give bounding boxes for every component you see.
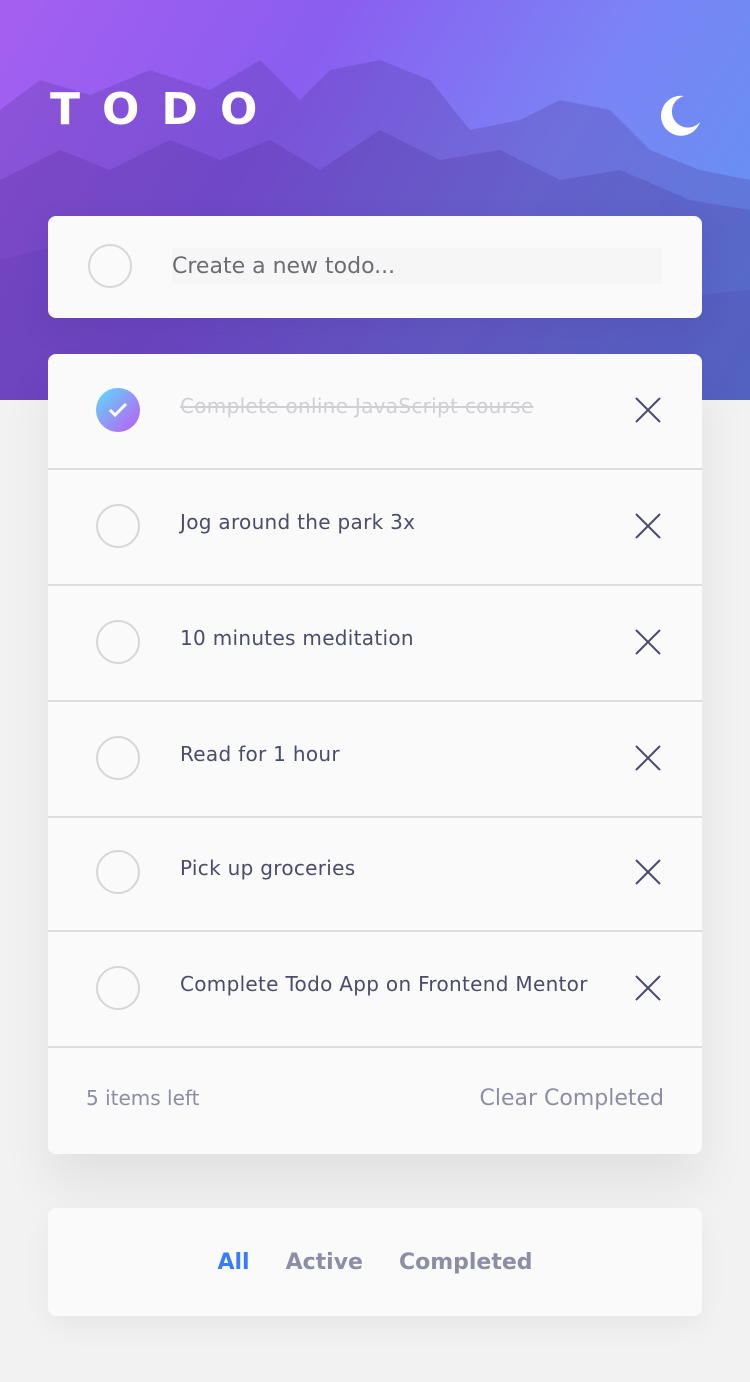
- close-icon[interactable]: [634, 744, 662, 772]
- app-title: TODO: [50, 84, 280, 135]
- close-icon[interactable]: [634, 628, 662, 656]
- todo-text: Complete online JavaScript course: [180, 394, 534, 418]
- todo-checkbox[interactable]: [96, 966, 140, 1010]
- todo-list-footer: 5 items left Clear Completed: [48, 1046, 702, 1154]
- items-left-count: 5 items left: [86, 1086, 200, 1110]
- todo-item: 10 minutes meditation: [48, 586, 702, 702]
- filter-active[interactable]: Active: [286, 1250, 363, 1275]
- todo-item: Complete online JavaScript course: [48, 354, 702, 470]
- mountain-image: [0, 60, 750, 400]
- todo-checkbox[interactable]: [96, 850, 140, 894]
- todo-checkbox[interactable]: [96, 620, 140, 664]
- todo-text: Pick up groceries: [180, 856, 356, 880]
- filter-completed[interactable]: Completed: [399, 1250, 533, 1275]
- todo-text: Jog around the park 3x: [180, 510, 416, 534]
- checkmark-icon: [108, 402, 128, 418]
- todo-item: Complete Todo App on Frontend Mentor: [48, 932, 702, 1048]
- create-todo-checkbox[interactable]: [88, 244, 132, 288]
- clear-completed-button[interactable]: Clear Completed: [479, 1086, 664, 1111]
- todo-item: Read for 1 hour: [48, 702, 702, 818]
- filter-bar: All Active Completed: [48, 1208, 702, 1316]
- close-icon[interactable]: [634, 512, 662, 540]
- header-background: [0, 0, 750, 400]
- create-todo-input[interactable]: [172, 248, 662, 284]
- todo-checkbox[interactable]: [96, 736, 140, 780]
- todo-checkbox[interactable]: [96, 504, 140, 548]
- moon-icon[interactable]: [656, 90, 704, 138]
- close-icon[interactable]: [634, 858, 662, 886]
- todo-checkbox-checked[interactable]: [96, 388, 140, 432]
- close-icon[interactable]: [634, 396, 662, 424]
- filter-all[interactable]: All: [217, 1250, 249, 1275]
- todo-item: Jog around the park 3x: [48, 470, 702, 586]
- close-icon[interactable]: [634, 974, 662, 1002]
- todo-item: Pick up groceries: [48, 816, 702, 932]
- todo-text: Read for 1 hour: [180, 742, 340, 766]
- todo-text: Complete Todo App on Frontend Mentor: [180, 972, 588, 996]
- todo-text: 10 minutes meditation: [180, 626, 414, 650]
